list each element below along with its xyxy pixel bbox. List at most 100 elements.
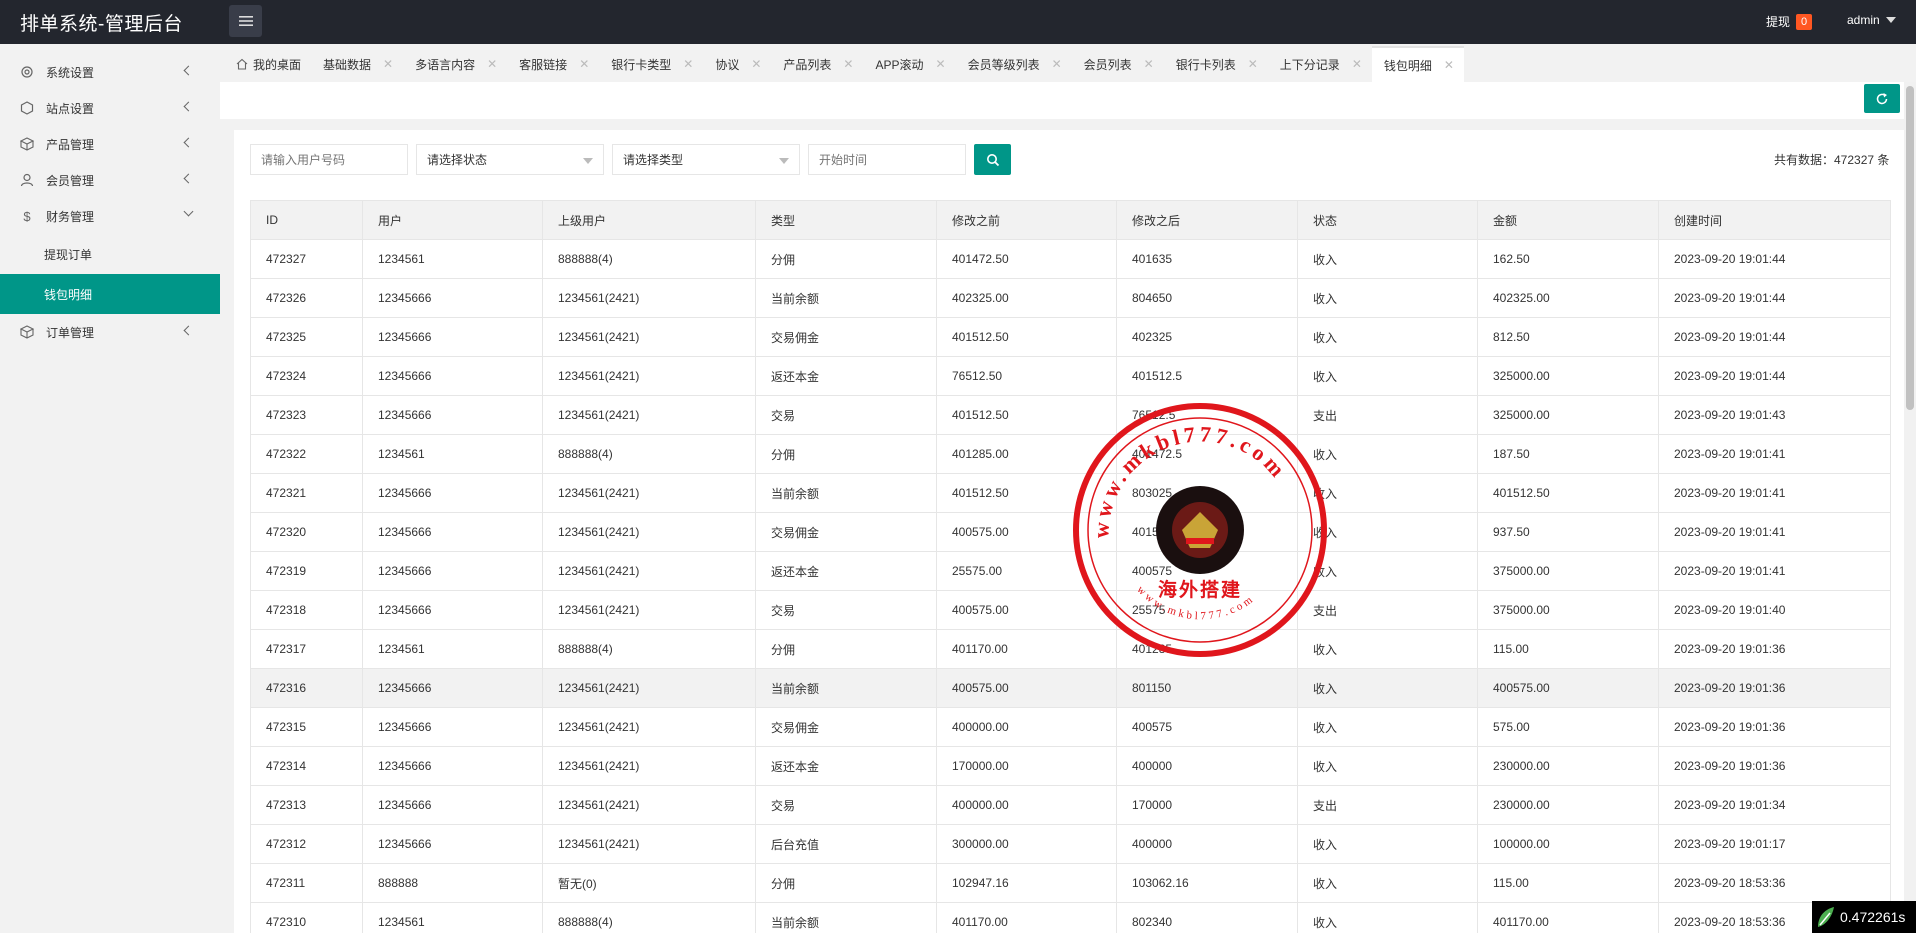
table-row[interactable]: 472322 1234561 888888(4) 分佣 401285.00 401472.… xyxy=(250,434,1891,474)
close-icon[interactable]: ✕ xyxy=(383,57,393,71)
table-cell: 888888(4) xyxy=(542,629,756,669)
chevron-down-icon xyxy=(183,206,194,217)
search-button[interactable] xyxy=(974,144,1011,175)
tab-basic-data[interactable]: 基础数据 ✕ xyxy=(311,46,403,82)
tab-label: 协议 xyxy=(715,57,740,72)
tab-multilang[interactable]: 多语言内容 ✕ xyxy=(403,46,507,82)
tab-member-levels[interactable]: 会员等级列表 ✕ xyxy=(956,46,1072,82)
user-number-input[interactable] xyxy=(250,144,408,175)
table-cell: 1234561(2421) xyxy=(542,824,756,864)
sidebar-item-finance[interactable]: $ 财务管理 xyxy=(0,198,220,234)
table-cell: 收入 xyxy=(1297,239,1478,279)
type-select[interactable]: 请选择类型 xyxy=(612,144,800,175)
table-row[interactable]: 472312 12345666 1234561(2421) 后台充值 300000.00… xyxy=(250,824,1891,864)
table-row[interactable]: 472314 12345666 1234561(2421) 返还本金 170000.00… xyxy=(250,746,1891,786)
close-icon[interactable]: ✕ xyxy=(683,57,693,71)
wallet-details-table: ID 用户 上级用户 类型 修改之前 修改之后 状态 金额 创建时间 47232… xyxy=(250,200,1891,933)
table-cell: 收入 xyxy=(1297,278,1478,318)
close-icon[interactable]: ✕ xyxy=(579,57,589,71)
table-cell: 25575.00 xyxy=(936,551,1117,591)
table-cell: 1234561 xyxy=(362,239,543,279)
close-icon[interactable]: ✕ xyxy=(936,57,946,71)
column-header[interactable]: 状态 xyxy=(1297,200,1478,240)
sidebar-item-products[interactable]: 产品管理 xyxy=(0,126,220,162)
sidebar-item-site-settings[interactable]: 站点设置 xyxy=(0,90,220,126)
tab-bank-card-types[interactable]: 银行卡类型 ✕ xyxy=(599,46,703,82)
table-cell: 472326 xyxy=(250,278,363,318)
tab-dashboard[interactable]: 我的桌面 xyxy=(224,46,311,82)
table-row[interactable]: 472324 12345666 1234561(2421) 返还本金 76512.50 4… xyxy=(250,356,1891,396)
close-icon[interactable]: ✕ xyxy=(487,57,497,71)
status-select[interactable]: 请选择状态 xyxy=(416,144,604,175)
tab-member-list[interactable]: 会员列表 ✕ xyxy=(1072,46,1164,82)
close-icon[interactable]: ✕ xyxy=(751,57,761,71)
table-row[interactable]: 472326 12345666 1234561(2421) 当前余额 402325.00… xyxy=(250,278,1891,318)
table-row[interactable]: 472317 1234561 888888(4) 分佣 401170.00 401285 收… xyxy=(250,629,1891,669)
tab-wallet-details[interactable]: 钱包明细 ✕ xyxy=(1371,46,1464,82)
column-header[interactable]: 修改之后 xyxy=(1116,200,1298,240)
close-icon[interactable]: ✕ xyxy=(1144,57,1154,71)
table-cell: 472313 xyxy=(250,785,363,825)
close-icon[interactable]: ✕ xyxy=(843,57,853,71)
table-cell: 12345666 xyxy=(362,551,543,591)
withdraw-link[interactable]: 提现 0 xyxy=(1766,13,1813,30)
refresh-button[interactable] xyxy=(1864,84,1900,113)
table-row[interactable]: 472327 1234561 888888(4) 分佣 401472.50 401635 收… xyxy=(250,239,1891,279)
chevron-left-icon xyxy=(183,137,194,148)
tab-product-list[interactable]: 产品列表 ✕ xyxy=(771,46,863,82)
close-icon[interactable]: ✕ xyxy=(1052,57,1062,71)
close-icon[interactable]: ✕ xyxy=(1248,57,1258,71)
scrollbar-thumb[interactable] xyxy=(1906,86,1914,410)
table-row[interactable]: 472310 1234561 888888(4) 当前余额 401170.00 80234… xyxy=(250,902,1891,933)
sidebar-item-system-settings[interactable]: 系统设置 xyxy=(0,54,220,90)
table-row[interactable]: 472315 12345666 1234561(2421) 交易佣金 400000.00… xyxy=(250,707,1891,747)
table-cell: 12345666 xyxy=(362,785,543,825)
tab-bank-card-list[interactable]: 银行卡列表 ✕ xyxy=(1164,46,1268,82)
column-header[interactable]: 用户 xyxy=(362,200,543,240)
table-cell: 分佣 xyxy=(755,434,937,474)
table-row[interactable]: 472316 12345666 1234561(2421) 当前余额 400575.00… xyxy=(250,668,1891,708)
sidebar-item-orders[interactable]: 订单管理 xyxy=(0,314,220,350)
sidebar-item-label: 会员管理 xyxy=(46,173,95,188)
table-cell: 400575.00 xyxy=(936,590,1117,630)
close-icon[interactable]: ✕ xyxy=(1352,57,1362,71)
column-header[interactable]: 类型 xyxy=(755,200,937,240)
table-row[interactable]: 472311 888888 暂无(0) 分佣 102947.16 103062.16 收入 1… xyxy=(250,863,1891,903)
table-row[interactable]: 472320 12345666 1234561(2421) 交易佣金 400575.00… xyxy=(250,512,1891,552)
table-cell: 400575.00 xyxy=(1477,668,1659,708)
table-row[interactable]: 472313 12345666 1234561(2421) 交易 400000.00 17… xyxy=(250,785,1891,825)
tab-label: 客服链接 xyxy=(519,57,568,72)
withdraw-badge: 0 xyxy=(1796,13,1813,30)
menu-toggle-button[interactable] xyxy=(229,5,262,37)
sidebar-item-members[interactable]: 会员管理 xyxy=(0,162,220,198)
tab-agreement[interactable]: 协议 ✕ xyxy=(703,46,771,82)
content-toolbar xyxy=(220,82,1904,119)
table-row[interactable]: 472325 12345666 1234561(2421) 交易佣金 401512.50… xyxy=(250,317,1891,357)
tab-score-records[interactable]: 上下分记录 ✕ xyxy=(1268,46,1372,82)
table-cell: 170000 xyxy=(1116,785,1298,825)
sidebar-sub-withdraw-orders[interactable]: 提现订单 xyxy=(0,234,220,274)
close-icon[interactable]: ✕ xyxy=(1444,58,1454,72)
column-header[interactable]: ID xyxy=(250,200,363,240)
column-header[interactable]: 金额 xyxy=(1477,200,1659,240)
user-menu[interactable]: admin xyxy=(1847,13,1896,27)
table-row[interactable]: 472318 12345666 1234561(2421) 交易 400575.00 25… xyxy=(250,590,1891,630)
vertical-scrollbar[interactable] xyxy=(1904,82,1916,933)
table-cell: 76512.50 xyxy=(936,356,1117,396)
column-header[interactable]: 创建时间 xyxy=(1658,200,1891,240)
tab-app-scroll[interactable]: APP滚动 ✕ xyxy=(863,46,955,82)
column-header[interactable]: 修改之前 xyxy=(936,200,1117,240)
sidebar-sub-wallet-details[interactable]: 钱包明细 xyxy=(0,274,220,314)
table-row[interactable]: 472323 12345666 1234561(2421) 交易 401512.50 76… xyxy=(250,395,1891,435)
hamburger-icon xyxy=(238,16,253,26)
table-row[interactable]: 472321 12345666 1234561(2421) 当前余额 401512.50… xyxy=(250,473,1891,513)
table-row[interactable]: 472319 12345666 1234561(2421) 返还本金 25575.00 4… xyxy=(250,551,1891,591)
tab-service-links[interactable]: 客服链接 ✕ xyxy=(507,46,599,82)
table-cell: 888888(4) xyxy=(542,434,756,474)
table-cell: 472327 xyxy=(250,239,363,279)
table-cell: 2023-09-20 19:01:36 xyxy=(1658,746,1891,786)
table-cell: 230000.00 xyxy=(1477,785,1659,825)
start-time-input[interactable] xyxy=(808,144,966,175)
column-header[interactable]: 上级用户 xyxy=(542,200,756,240)
table-cell: 2023-09-20 18:53:36 xyxy=(1658,863,1891,903)
